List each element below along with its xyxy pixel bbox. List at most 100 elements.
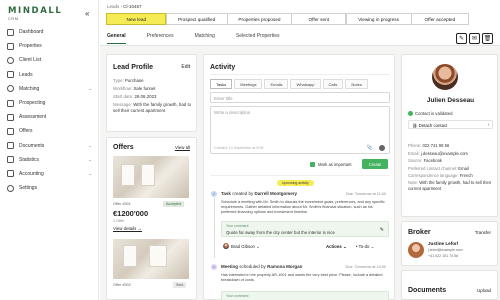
- sidebar-item-accounting[interactable]: Accounting ⌄: [0, 167, 99, 181]
- activity-created: Created: 13 September at 9:00: [214, 146, 264, 150]
- email-button[interactable]: ✉: [469, 33, 480, 44]
- broker-phone[interactable]: +41 022 101 74 56: [428, 254, 458, 258]
- lead-profile-title: Lead Profile: [113, 64, 154, 71]
- sidebar-item-leads[interactable]: Leads: [0, 68, 99, 82]
- collapse-sidebar-icon[interactable]: «: [85, 9, 89, 18]
- logo-subtitle: CRM: [8, 16, 19, 21]
- contact-channel: Preferred contact channel: Email: [408, 165, 469, 171]
- sidebar-item-statistics[interactable]: Statistics ⌄: [0, 153, 99, 167]
- tab-matching[interactable]: Matching: [195, 33, 215, 44]
- offer-id: Offer #502: [113, 283, 131, 287]
- create-button[interactable]: Create: [362, 159, 388, 169]
- tab-general[interactable]: General: [107, 33, 126, 44]
- sidebar-item-label: Leads: [19, 71, 33, 78]
- detach-contact-button[interactable]: ⛓ Detach contact ›: [408, 120, 493, 129]
- sidebar-item-label: Assessment: [19, 114, 47, 121]
- task-icon: ✓: [211, 191, 217, 197]
- activity-tab-tasks[interactable]: Tasks: [210, 79, 233, 89]
- broker-transfer-link[interactable]: Transfer: [475, 230, 491, 235]
- broker-name: Justine Leforl: [428, 241, 459, 246]
- trash-icon: 🗑: [483, 36, 492, 42]
- stage-new-lead[interactable]: New lead: [106, 13, 167, 25]
- contact-card: Julien Desseau Contact is validated ⛓ De…: [401, 54, 498, 217]
- sidebar-item-label: Prospecting: [19, 100, 46, 107]
- meeting-due: Due: Tomorrow at 14:00: [345, 265, 386, 269]
- lead-start-date-row: Start date: 28.06.2023: [113, 94, 157, 100]
- sidebar: MINDALL CRM « Dashboard Properties Clien…: [0, 0, 99, 300]
- delete-button[interactable]: 🗑: [482, 33, 493, 44]
- assignee-avatar-icon[interactable]: [379, 145, 385, 151]
- attach-icon[interactable]: 📎: [367, 145, 373, 151]
- task-comment-box[interactable]: Your comment Quote far away from the cit…: [221, 221, 389, 237]
- stage-offer-sent[interactable]: Offer sent: [291, 13, 347, 25]
- activity-tab-meetings[interactable]: Meetings: [234, 79, 263, 89]
- activity-tab-emails[interactable]: Emails: [264, 79, 289, 89]
- offer-image[interactable]: [113, 156, 189, 198]
- lead-type-row: Type: Purchase: [113, 77, 144, 83]
- chart-icon: [7, 156, 14, 164]
- matching-icon: [7, 85, 14, 93]
- tab-preferences[interactable]: Preferences: [147, 33, 174, 44]
- documents-upload-link[interactable]: Upload: [477, 288, 491, 293]
- activity-tab-calls[interactable]: Calls: [322, 79, 344, 89]
- broker-email[interactable]: j.leforl@example.com: [428, 248, 463, 252]
- sidebar-item-client-list[interactable]: Client List: [0, 53, 99, 67]
- sidebar-item-label: Offers: [19, 128, 33, 135]
- meeting-comment-box[interactable]: Your comment: [221, 291, 389, 300]
- sidebar-item-prospecting[interactable]: Prospecting: [0, 96, 99, 110]
- sidebar-item-label: Properties: [19, 43, 42, 50]
- offer-id: Offer #501: [113, 202, 131, 206]
- mark-important-label: Mark as important: [318, 162, 352, 167]
- chevron-down-icon: ⌄: [88, 142, 92, 148]
- sidebar-item-label: Matching: [19, 85, 40, 92]
- offers-view-all-link[interactable]: View all: [175, 145, 190, 150]
- sidebar-item-dashboard[interactable]: Dashboard: [0, 25, 99, 39]
- activity-tabs: Tasks Meetings Emails Whatsapp Calls Not…: [210, 79, 370, 89]
- sidebar-item-offers[interactable]: Offers: [0, 124, 99, 138]
- stage-prospect-qualified[interactable]: Prospect qualified: [165, 13, 228, 25]
- sidebar-item-properties[interactable]: Properties: [0, 39, 99, 53]
- main-content: Lead Profile Edit Type: Purchase Workflo…: [100, 46, 500, 300]
- edit-button[interactable]: ✎: [456, 33, 467, 44]
- pencil-icon[interactable]: ✎: [380, 227, 384, 233]
- documents-title: Documents: [408, 287, 447, 294]
- task-comment-text: Quote far away from the city center but …: [226, 230, 335, 235]
- activity-tab-whatsapp[interactable]: Whatsapp: [290, 79, 321, 89]
- offer-view-details-link[interactable]: View details →: [113, 226, 142, 231]
- sidebar-nav: Dashboard Properties Client List Leads M…: [0, 25, 99, 195]
- activity-title-input[interactable]: Enter title: [210, 92, 390, 103]
- contact-avatar: [432, 64, 458, 90]
- sidebar-item-matching[interactable]: Matching ⌄: [0, 82, 99, 96]
- task-assignee[interactable]: Brad Gibson ⌄: [231, 244, 260, 250]
- offer-status-badge: Accepted: [163, 201, 184, 207]
- breadcrumb-root[interactable]: Leads: [107, 4, 119, 9]
- activity-tab-notes[interactable]: Notes: [345, 79, 368, 89]
- contact-details: Phone: 022 741 98 56 Email: j.desseau@ex…: [408, 141, 494, 191]
- home-icon: [7, 42, 14, 50]
- stage-viewing-in-progress[interactable]: Viewing in progress: [345, 13, 412, 25]
- sidebar-item-documents[interactable]: Documents ⌄: [0, 139, 99, 153]
- mark-important-checkbox[interactable]: [310, 162, 315, 167]
- task-status-dropdown[interactable]: • To-do ⌄: [356, 244, 374, 250]
- documents-card: Documents Upload: [401, 270, 498, 300]
- lead-profile-edit-link[interactable]: Edit: [181, 64, 190, 70]
- contact-validated: Contact is validated: [408, 111, 453, 117]
- lead-message-row: Message: With the family growth, had to …: [113, 102, 192, 113]
- offers-card: Offers View all Offer #501 Accepted €120…: [106, 137, 197, 300]
- task-actions-dropdown[interactable]: Actions ⌄: [326, 244, 347, 250]
- stage-properties-proposed[interactable]: Properties proposed: [226, 13, 292, 25]
- broker-card: Broker Transfer Justine Leforl j.leforl@…: [401, 221, 498, 266]
- contact-note: Note: With the family growth, had to sel…: [408, 180, 492, 191]
- link-icon: ⛓: [412, 123, 418, 128]
- contact-name: Julien Desseau: [426, 97, 475, 104]
- broker-avatar: [408, 242, 424, 258]
- sidebar-item-assessment[interactable]: Assessment: [0, 110, 99, 124]
- tab-selected-properties[interactable]: Selected Properties: [236, 33, 280, 44]
- offers-title: Offers: [113, 144, 134, 151]
- stage-offer-accepted[interactable]: Offer accepted: [410, 13, 469, 25]
- activity-card: Activity Tasks Meetings Emails Whatsapp …: [203, 54, 395, 300]
- activity-title: Activity: [210, 64, 236, 71]
- offer-image[interactable]: [113, 239, 189, 279]
- activity-description-input[interactable]: Write a description Created: 13 Septembe…: [210, 106, 390, 154]
- sidebar-item-settings[interactable]: Settings: [0, 181, 99, 195]
